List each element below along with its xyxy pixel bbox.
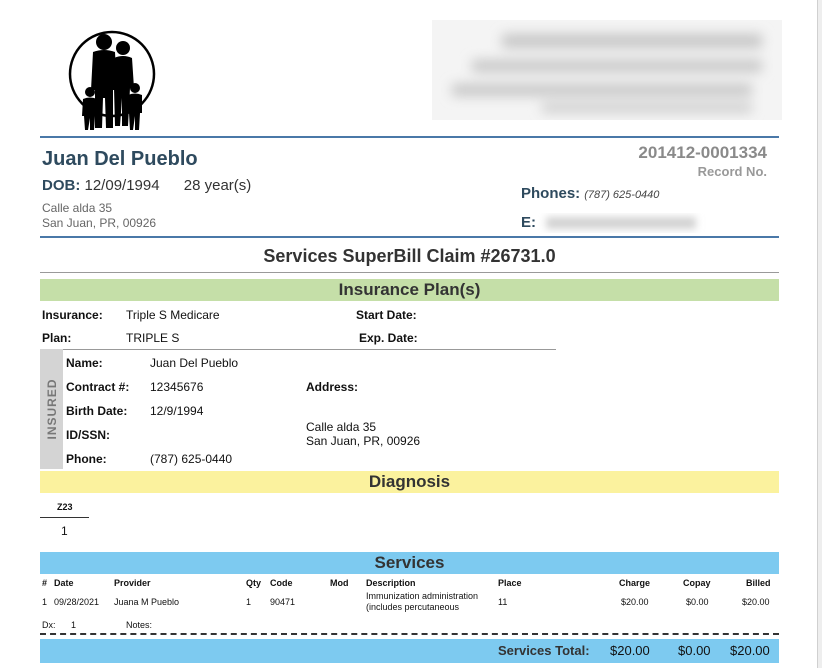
- claim-title: Services SuperBill Claim #26731.0: [263, 246, 556, 266]
- row-description-line1: Immunization administration: [366, 591, 479, 601]
- col-header-date: Date: [54, 578, 74, 588]
- row-description-line2: (includes percutaneous: [366, 602, 460, 612]
- exp-date-label: Exp. Date:: [359, 331, 418, 345]
- insurance-label: Insurance:: [42, 308, 103, 322]
- superbill-page: Juan Del Pueblo DOB: 12/09/1994 28 year(…: [0, 0, 818, 668]
- col-header-description: Description: [366, 578, 416, 588]
- insured-address-label: Address:: [306, 380, 359, 394]
- dob-label: DOB:: [42, 177, 81, 194]
- plan-value: TRIPLE S: [126, 331, 180, 345]
- col-header-qty: Qty: [246, 578, 262, 588]
- email-label: E:: [521, 214, 536, 231]
- phones-label: Phones:: [521, 185, 581, 202]
- patient-divider: [40, 236, 779, 238]
- insured-phone-value: (787) 625-0440: [150, 452, 233, 466]
- idssn-label: ID/SSN:: [66, 428, 111, 442]
- diagnosis-section-header: Diagnosis: [40, 471, 779, 493]
- redacted-email: [546, 217, 696, 229]
- row-notes-label: Notes:: [126, 620, 153, 630]
- services-total-copay: $0.00: [678, 643, 711, 658]
- row-dx-label: Dx:: [42, 620, 56, 630]
- row-date: 09/28/2021: [54, 597, 100, 607]
- insured-address-line1: Calle alda 35: [306, 420, 377, 434]
- row-provider: Juana M Pueblo: [114, 597, 180, 607]
- family-silhouette-logo: [68, 30, 156, 130]
- dob-row: DOB: 12/09/1994 28 year(s): [42, 177, 251, 194]
- insured-divider: [63, 349, 556, 350]
- insured-phone-label: Phone:: [66, 452, 107, 466]
- contract-label: Contract #:: [66, 380, 130, 394]
- services-total-billed: $20.00: [730, 643, 770, 658]
- dob-value: 12/09/1994: [84, 177, 160, 194]
- row-code: 90471: [270, 597, 296, 607]
- col-header-code: Code: [270, 578, 293, 588]
- row-place: 11: [498, 597, 508, 607]
- birth-date-label: Birth Date:: [66, 404, 128, 418]
- col-header-billed: Billed: [746, 578, 771, 588]
- plan-label: Plan:: [42, 331, 72, 345]
- row-dashed-divider: [40, 633, 779, 635]
- col-header-num: #: [42, 578, 48, 588]
- phone-value: (787) 625-0440: [584, 189, 660, 201]
- insured-tab-label: INSURED: [44, 378, 59, 440]
- redacted-clinic-info: [432, 20, 782, 120]
- insured-address-line2: San Juan, PR, 00926: [306, 434, 421, 448]
- record-label: Record No.: [697, 164, 767, 179]
- services-total-bar: Services Total: $20.00 $0.00 $20.00: [40, 639, 779, 663]
- col-header-place: Place: [498, 578, 522, 588]
- col-header-mod: Mod: [330, 578, 349, 588]
- patient-name: Juan Del Pueblo: [42, 148, 198, 170]
- insurance-value: Triple S Medicare: [126, 308, 220, 322]
- insurance-section-header: Insurance Plan(s): [40, 279, 779, 301]
- row-charge: $20.00: [621, 597, 649, 607]
- patient-address-line1: Calle alda 35: [42, 201, 113, 215]
- title-divider: [40, 272, 779, 273]
- diagnosis-code-header: Z23: [57, 502, 73, 512]
- header-divider: [40, 136, 779, 138]
- patient-age: 28 year(s): [183, 177, 252, 194]
- row-qty: 1: [246, 597, 252, 607]
- patient-address-line2: San Juan, PR, 00926: [42, 216, 157, 230]
- insured-tab: INSURED: [40, 349, 63, 469]
- row-dx-value: 1: [71, 620, 77, 630]
- phones-row: Phones: (787) 625-0440: [521, 185, 659, 202]
- record-number: 201412-0001334: [638, 143, 767, 162]
- services-section-header: Services: [40, 552, 779, 574]
- contract-value: 12345676: [150, 380, 204, 394]
- birth-date-value: 12/9/1994: [150, 404, 204, 418]
- services-total-label: Services Total:: [498, 643, 590, 658]
- diagnosis-code-rule: [40, 517, 89, 518]
- row-billed: $20.00: [742, 597, 770, 607]
- insured-name-value: Juan Del Pueblo: [150, 356, 239, 370]
- col-header-provider: Provider: [114, 578, 151, 588]
- start-date-label: Start Date:: [356, 308, 417, 322]
- insured-name-label: Name:: [66, 356, 103, 370]
- services-total-charge: $20.00: [610, 643, 650, 658]
- col-header-charge: Charge: [619, 578, 651, 588]
- row-copay: $0.00: [686, 597, 709, 607]
- diagnosis-code-value: 1: [61, 524, 68, 538]
- row-num: 1: [42, 597, 48, 607]
- col-header-copay: Copay: [683, 578, 711, 588]
